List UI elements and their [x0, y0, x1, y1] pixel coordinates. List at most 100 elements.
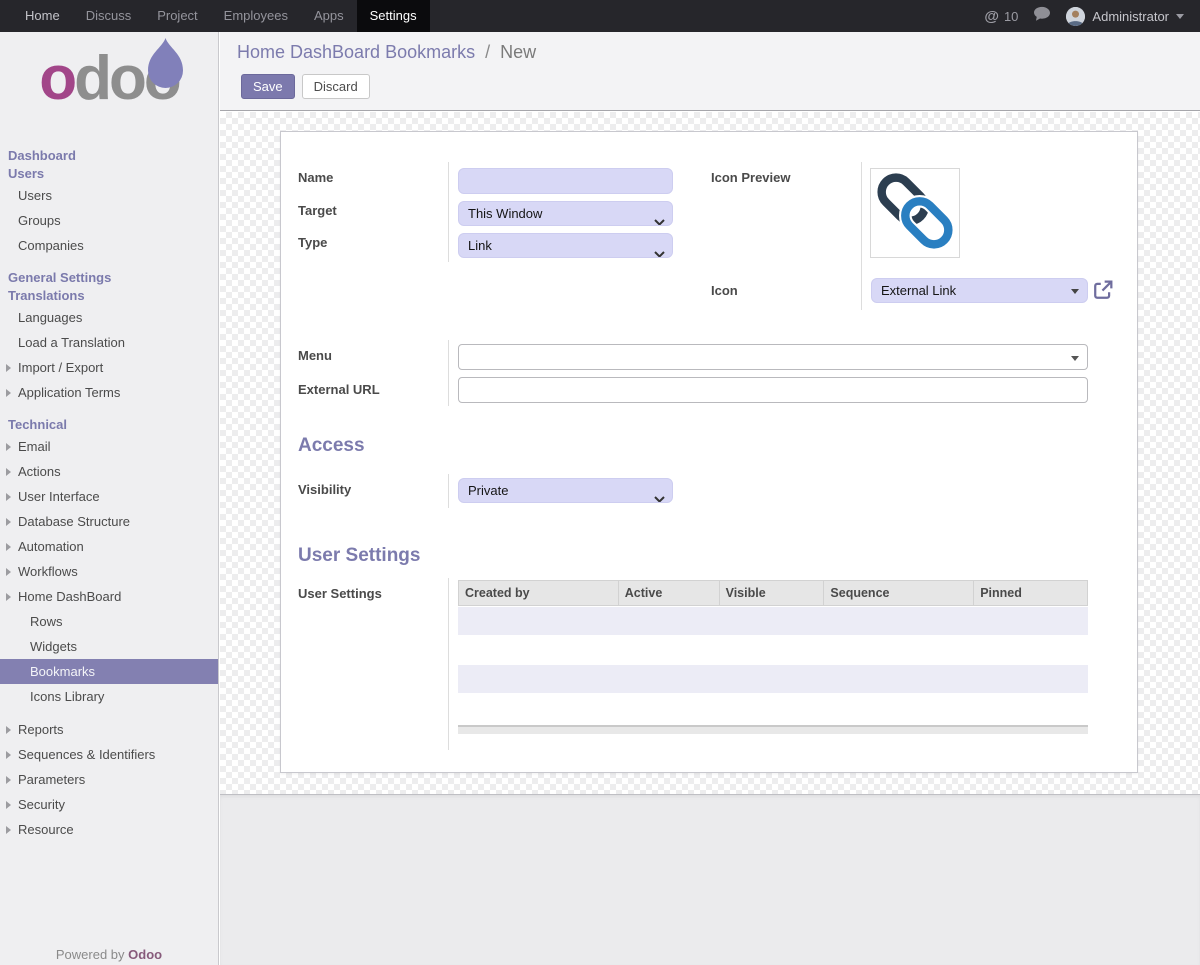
- sidebar-item-sequences-identifiers[interactable]: Sequences & Identifiers: [0, 742, 218, 767]
- sidebar-item-database-structure[interactable]: Database Structure: [0, 509, 218, 534]
- mentions-counter[interactable]: @ 10: [984, 8, 1018, 25]
- column-header-active[interactable]: Active: [619, 581, 720, 605]
- sidebar-item-load-a-translation[interactable]: Load a Translation: [0, 330, 218, 355]
- sidebar-item-user-interface[interactable]: User Interface: [0, 484, 218, 509]
- icon-preview-label: Icon Preview: [711, 170, 790, 185]
- caret-right-icon: [6, 751, 11, 759]
- sidebar-item-security[interactable]: Security: [0, 792, 218, 817]
- sidebar-item-reports[interactable]: Reports: [0, 717, 218, 742]
- main-area: Home DashBoard Bookmarks / New Save Disc…: [220, 32, 1200, 965]
- breadcrumb-separator: /: [485, 42, 490, 62]
- sidebar-item-application-terms[interactable]: Application Terms: [0, 380, 218, 405]
- at-icon: @: [984, 8, 999, 25]
- horizontal-scrollbar[interactable]: [458, 725, 1088, 734]
- visibility-label: Visibility: [298, 482, 351, 497]
- external-url-input[interactable]: [458, 377, 1088, 403]
- nav-item-home[interactable]: Home: [12, 0, 73, 32]
- caret-right-icon: [6, 826, 11, 834]
- caret-down-icon: [1176, 14, 1184, 19]
- settings-sidebar: odoo Dashboard Users Users Groups Compan…: [0, 32, 219, 965]
- chat-bubble-icon: [1033, 6, 1051, 27]
- table-row[interactable]: [458, 607, 1088, 635]
- caret-right-icon: [6, 389, 11, 397]
- sidebar-item-groups[interactable]: Groups: [0, 208, 218, 233]
- sidebar-item-bookmarks[interactable]: Bookmarks: [0, 659, 218, 684]
- save-button[interactable]: Save: [241, 74, 295, 99]
- breadcrumb-current: New: [500, 42, 536, 62]
- target-label: Target: [298, 203, 337, 218]
- table-row[interactable]: [458, 665, 1088, 693]
- odoo-logo[interactable]: odoo: [0, 32, 218, 132]
- sidebar-item-home-dashboard[interactable]: Home DashBoard: [0, 584, 218, 609]
- sidebar-item-email[interactable]: Email: [0, 434, 218, 459]
- caret-right-icon: [6, 726, 11, 734]
- sidebar-item-actions[interactable]: Actions: [0, 459, 218, 484]
- visibility-select[interactable]: Private: [458, 478, 673, 503]
- page-footer-area: [220, 794, 1200, 965]
- sidebar-item-companies[interactable]: Companies: [0, 233, 218, 258]
- nav-item-apps[interactable]: Apps: [301, 0, 357, 32]
- caret-right-icon: [6, 543, 11, 551]
- column-header-pinned[interactable]: Pinned: [974, 581, 1087, 605]
- discard-button[interactable]: Discard: [302, 74, 370, 99]
- messages-button[interactable]: [1033, 6, 1051, 27]
- form-action-buttons: Save Discard: [241, 74, 370, 99]
- table-row[interactable]: [458, 636, 1088, 664]
- type-label: Type: [298, 235, 327, 250]
- menu-select[interactable]: [458, 344, 1088, 370]
- nav-item-project[interactable]: Project: [144, 0, 210, 32]
- breadcrumb-parent-link[interactable]: Home DashBoard Bookmarks: [237, 42, 475, 62]
- column-header-created-by[interactable]: Created by: [459, 581, 619, 605]
- sidebar-heading-technical[interactable]: Technical: [0, 416, 218, 434]
- name-input[interactable]: [458, 168, 673, 194]
- target-select[interactable]: This Window: [458, 201, 673, 226]
- sidebar-item-icons-library[interactable]: Icons Library: [0, 684, 218, 709]
- column-header-visible[interactable]: Visible: [720, 581, 825, 605]
- sidebar-item-workflows[interactable]: Workflows: [0, 559, 218, 584]
- column-header-sequence[interactable]: Sequence: [824, 581, 974, 605]
- sidebar-item-parameters[interactable]: Parameters: [0, 767, 218, 792]
- top-navigation-bar: Home Discuss Project Employees Apps Sett…: [0, 0, 1200, 32]
- chevron-down-icon: [654, 210, 665, 226]
- odoo-brand-link[interactable]: Odoo: [128, 947, 162, 962]
- sidebar-item-general-settings[interactable]: General Settings: [0, 269, 218, 287]
- type-select[interactable]: Link: [458, 233, 673, 258]
- nav-item-discuss[interactable]: Discuss: [73, 0, 145, 32]
- label-column-separator: [448, 578, 449, 750]
- caret-right-icon: [6, 801, 11, 809]
- caret-down-icon: [1071, 289, 1079, 294]
- avatar: [1066, 7, 1085, 26]
- sidebar-item-import-export[interactable]: Import / Export: [0, 355, 218, 380]
- chevron-down-icon: [654, 242, 665, 258]
- caret-right-icon: [6, 593, 11, 601]
- form-view-background: Name Target This Window Type Link Icon P…: [220, 112, 1200, 794]
- caret-right-icon: [6, 468, 11, 476]
- sidebar-heading-users[interactable]: Users: [0, 165, 218, 183]
- user-menu[interactable]: Administrator: [1066, 7, 1184, 26]
- sidebar-item-resource[interactable]: Resource: [0, 817, 218, 842]
- icon-select[interactable]: External Link: [871, 278, 1088, 303]
- external-link-icon[interactable]: [1093, 280, 1113, 300]
- sidebar-item-rows[interactable]: Rows: [0, 609, 218, 634]
- caret-right-icon: [6, 364, 11, 372]
- sidebar-item-widgets[interactable]: Widgets: [0, 634, 218, 659]
- sidebar-item-languages[interactable]: Languages: [0, 305, 218, 330]
- user-name: Administrator: [1092, 9, 1169, 24]
- control-panel: Home DashBoard Bookmarks / New Save Disc…: [220, 32, 1200, 111]
- nav-item-employees[interactable]: Employees: [211, 0, 301, 32]
- powered-by-footer: Powered by Odoo: [0, 947, 218, 962]
- sidebar-item-dashboard[interactable]: Dashboard: [0, 147, 218, 165]
- sidebar-item-users[interactable]: Users: [0, 183, 218, 208]
- caret-down-icon: [1071, 356, 1079, 361]
- menu-label: Menu: [298, 348, 332, 363]
- caret-right-icon: [6, 568, 11, 576]
- sidebar-heading-translations[interactable]: Translations: [0, 287, 218, 305]
- nav-item-settings[interactable]: Settings: [357, 0, 430, 32]
- caret-right-icon: [6, 443, 11, 451]
- breadcrumb: Home DashBoard Bookmarks / New: [237, 42, 536, 63]
- user-settings-table: Created by Active Visible Sequence Pinne…: [458, 580, 1088, 734]
- label-column-separator: [448, 340, 449, 406]
- caret-right-icon: [6, 776, 11, 784]
- sidebar-item-automation[interactable]: Automation: [0, 534, 218, 559]
- table-row[interactable]: [458, 694, 1088, 722]
